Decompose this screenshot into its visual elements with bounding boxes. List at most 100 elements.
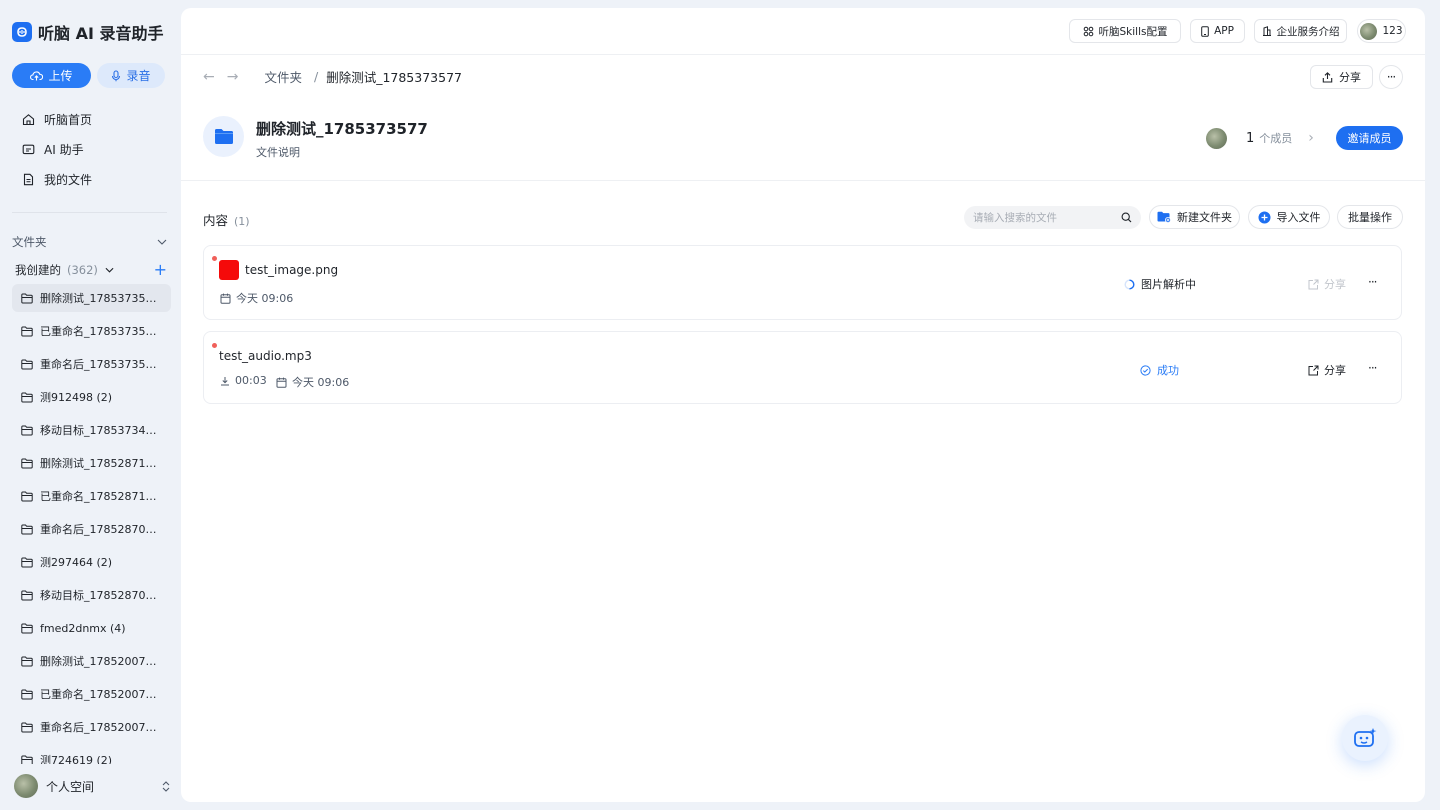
batch-operation-button[interactable]: 批量操作 bbox=[1337, 205, 1403, 229]
breadcrumb: ← → 文件夹 / 删除测试_1785373577 bbox=[203, 67, 462, 86]
search-icon[interactable] bbox=[1121, 212, 1132, 223]
file-date: 今天 09:06 bbox=[276, 374, 349, 390]
folder-item-label: 已重命名_1785200729 (1) bbox=[40, 688, 162, 701]
ai-assistant-fab[interactable] bbox=[1342, 715, 1388, 761]
more-options-button[interactable]: ··· bbox=[1379, 65, 1403, 89]
upload-button[interactable]: 上传 bbox=[12, 63, 91, 88]
main-panel: 听脑Skills配置 APP 企业服务介绍 123 ← → 文件夹 / 删除测试… bbox=[181, 8, 1425, 802]
sidebar-item-my-files[interactable]: 我的文件 bbox=[12, 164, 170, 194]
folder-outline-icon bbox=[21, 590, 33, 600]
file-row[interactable]: test_image.png 今天 09:06 图片解析中 分享 ··· bbox=[203, 245, 1402, 320]
folder-outline-icon bbox=[21, 623, 33, 633]
folder-item-label: 移动目标_1785287046 (1) bbox=[40, 589, 162, 602]
share-folder-button[interactable]: 分享 bbox=[1310, 65, 1373, 89]
file-name[interactable]: test_image.png bbox=[245, 263, 338, 277]
sidebar-folder-item[interactable]: 重命名后_1785373552 (1) bbox=[12, 350, 171, 378]
avatar bbox=[1360, 22, 1378, 40]
back-arrow-icon[interactable]: ← bbox=[203, 69, 215, 85]
file-date: 今天 09:06 bbox=[220, 290, 293, 306]
search-input[interactable] bbox=[973, 211, 1113, 224]
breadcrumb-root[interactable]: 文件夹 bbox=[264, 67, 302, 86]
folder-outline-icon bbox=[21, 491, 33, 501]
sidebar-folder-item[interactable]: 删除测试_1785287120 (1) bbox=[12, 449, 171, 477]
sidebar-item-home[interactable]: 听脑首页 bbox=[12, 104, 170, 134]
folder-item-label: 删除测试_1785287120 (1) bbox=[40, 457, 162, 470]
phone-icon bbox=[1201, 25, 1209, 37]
folder-item-label: 测297464 (2) bbox=[40, 556, 113, 569]
app-logo[interactable]: 听脑 AI 录音助手 bbox=[12, 20, 163, 44]
sidebar-folder-item[interactable]: 已重命名_1785373562 (1) bbox=[12, 317, 171, 345]
file-date-text: 今天 09:06 bbox=[236, 292, 294, 305]
created-folders-header[interactable]: 我创建的 (362) + bbox=[15, 262, 167, 278]
folder-item-label: 删除测试_1785373577 (1) bbox=[40, 292, 162, 305]
new-folder-icon bbox=[1157, 211, 1171, 223]
share-label: 分享 bbox=[1339, 71, 1361, 84]
folder-item-label: 重命名后_1785287096 (1) bbox=[40, 523, 162, 536]
share-file-label: 分享 bbox=[1324, 278, 1346, 291]
cloud-upload-icon bbox=[30, 71, 44, 81]
add-folder-icon[interactable]: + bbox=[154, 262, 167, 278]
folder-item-label: 重命名后_1785373552 (1) bbox=[40, 358, 162, 371]
record-button[interactable]: 录音 bbox=[97, 63, 165, 88]
sidebar-folder-item[interactable]: 已重命名_1785287107 (1) bbox=[12, 482, 171, 510]
microphone-icon bbox=[112, 69, 121, 81]
created-count: (362) bbox=[67, 263, 98, 277]
folder-section-header[interactable]: 文件夹 bbox=[12, 234, 167, 250]
skills-config-button[interactable]: 听脑Skills配置 bbox=[1069, 19, 1181, 43]
folder-outline-icon bbox=[21, 722, 33, 732]
folder-description[interactable]: 文件说明 bbox=[256, 144, 300, 160]
sidebar-folder-item[interactable]: 移动目标_1785287046 (1) bbox=[12, 581, 171, 609]
sidebar-folder-item[interactable]: 测724619 (2) bbox=[12, 746, 171, 764]
sidebar-folder-item[interactable]: 删除测试_1785200743 (1) bbox=[12, 647, 171, 675]
new-folder-button[interactable]: 新建文件夹 bbox=[1149, 205, 1240, 229]
folder-outline-icon bbox=[21, 293, 33, 303]
folder-outline-icon bbox=[21, 359, 33, 369]
skills-config-label: 听脑Skills配置 bbox=[1098, 25, 1168, 38]
sidebar-folder-item[interactable]: 已重命名_1785200729 (1) bbox=[12, 680, 171, 708]
file-more-button[interactable]: ··· bbox=[1368, 361, 1378, 375]
user-name: 123 bbox=[1382, 25, 1403, 37]
forward-arrow-icon[interactable]: → bbox=[227, 69, 239, 85]
app-download-button[interactable]: APP bbox=[1190, 19, 1245, 43]
import-file-label: 导入文件 bbox=[1276, 211, 1321, 224]
sidebar-folder-item[interactable]: 测912498 (2) bbox=[12, 383, 171, 411]
building-icon bbox=[1262, 26, 1271, 36]
folder-item-label: 删除测试_1785200743 (1) bbox=[40, 655, 162, 668]
import-file-button[interactable]: 导入文件 bbox=[1248, 205, 1330, 229]
file-icon bbox=[23, 173, 34, 185]
share-file-button[interactable]: 分享 bbox=[1308, 362, 1346, 378]
file-search bbox=[964, 206, 1141, 229]
sidebar-item-ai-assistant[interactable]: AI 助手 bbox=[12, 134, 170, 164]
folder-item-label: 已重命名_1785373562 (1) bbox=[40, 325, 162, 338]
sidebar-folder-item[interactable]: 测297464 (2) bbox=[12, 548, 171, 576]
sidebar-folder-item[interactable]: 移动目标_1785373497 (1) bbox=[12, 416, 171, 444]
folder-item-label: 测724619 (2) bbox=[40, 754, 113, 764]
sidebar-folder-item[interactable]: 删除测试_1785373577 (1) bbox=[12, 284, 171, 312]
file-more-button[interactable]: ··· bbox=[1368, 275, 1378, 289]
header-divider bbox=[181, 180, 1425, 181]
ai-chat-icon bbox=[22, 144, 35, 154]
folder-item-label: 移动目标_1785373497 (1) bbox=[40, 424, 162, 437]
folder-outline-icon bbox=[21, 326, 33, 336]
folder-outline-icon bbox=[21, 656, 33, 666]
invite-members-button[interactable]: 邀请成员 bbox=[1336, 126, 1403, 150]
sidebar-nav: 听脑首页 AI 助手 我的文件 bbox=[12, 104, 170, 194]
file-name[interactable]: test_audio.mp3 bbox=[219, 349, 312, 363]
enterprise-intro-button[interactable]: 企业服务介绍 bbox=[1254, 19, 1347, 43]
content-heading: 内容 (1) bbox=[203, 210, 250, 229]
check-circle-icon bbox=[1140, 364, 1151, 376]
unread-dot bbox=[212, 343, 217, 348]
sidebar-item-label: 我的文件 bbox=[44, 172, 93, 187]
app-label: APP bbox=[1214, 25, 1234, 37]
user-menu-button[interactable]: 123 bbox=[1357, 19, 1406, 43]
file-row[interactable]: test_audio.mp3 00:03 今天 09:06 成功 分享 ··· bbox=[203, 331, 1402, 404]
sidebar-folder-item[interactable]: 重命名后_1785287096 (1) bbox=[12, 515, 171, 543]
sidebar-folder-item[interactable]: fmed2dnmx (4) bbox=[12, 614, 171, 642]
members-summary[interactable]: 1 个成员 › bbox=[1206, 127, 1314, 149]
share-file-button[interactable]: 分享 bbox=[1308, 276, 1346, 292]
folder-outline-icon bbox=[21, 392, 33, 402]
member-avatar bbox=[1206, 127, 1227, 149]
space-switcher[interactable]: 个人空间 bbox=[14, 773, 170, 799]
file-status: 图片解析中 bbox=[1124, 276, 1196, 292]
sidebar-folder-item[interactable]: 重命名后_1785200720 (1) bbox=[12, 713, 171, 741]
